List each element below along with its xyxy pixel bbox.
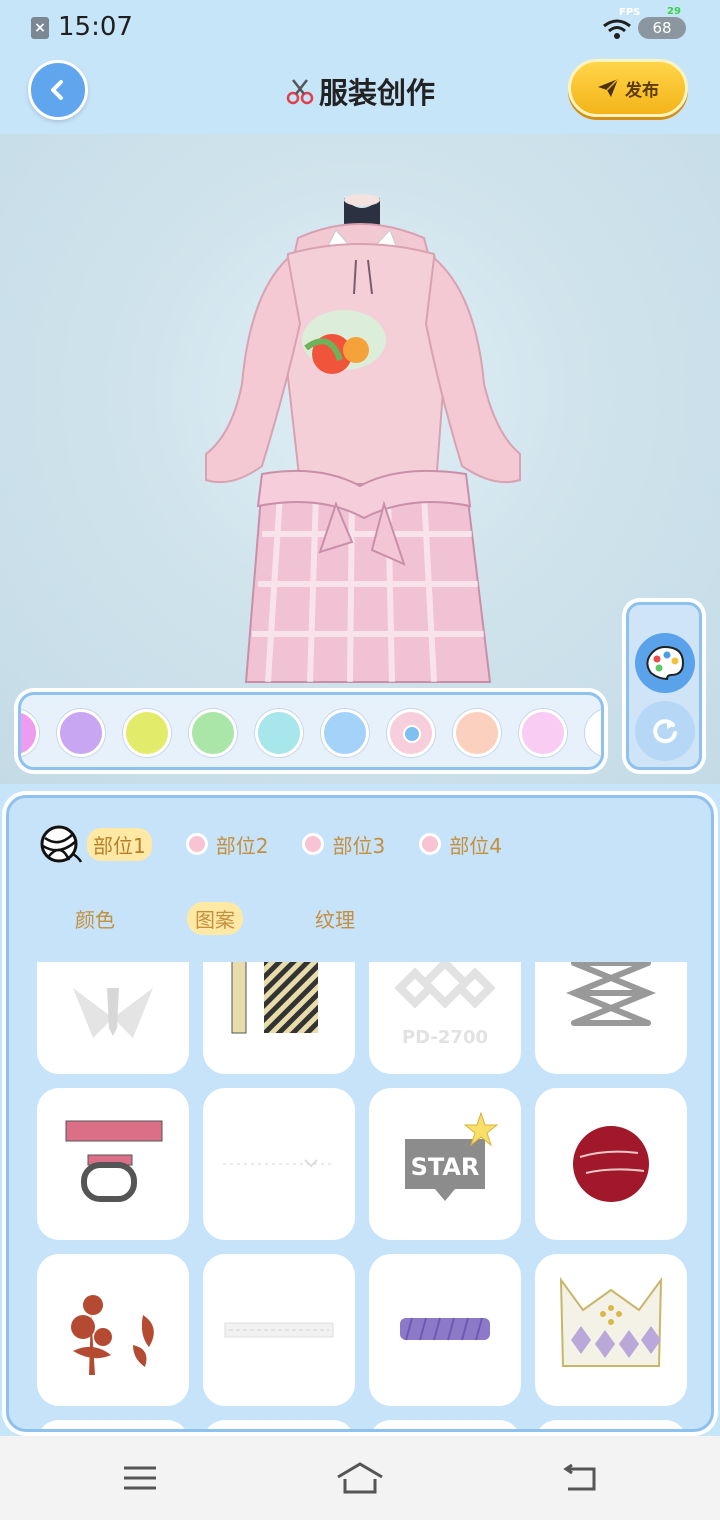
palette-icon — [646, 645, 685, 681]
side-tool-panel — [622, 598, 706, 774]
refresh-icon — [653, 719, 677, 744]
color-swatch[interactable] — [387, 709, 435, 757]
scissors-icon — [286, 79, 314, 105]
pattern-tile[interactable] — [535, 1254, 687, 1406]
outfit-model-image — [205, 194, 521, 683]
outfit-preview[interactable] — [0, 134, 720, 784]
pattern-tile[interactable] — [369, 1254, 521, 1406]
pattern-tile[interactable] — [37, 1420, 189, 1429]
color-swatch[interactable] — [57, 709, 105, 757]
home-button[interactable] — [330, 1458, 390, 1498]
part-tab-4[interactable]: 部位4 — [419, 830, 502, 859]
status-time: 15:07 — [58, 12, 133, 42]
pattern-tile[interactable] — [37, 962, 189, 1074]
pattern-tile[interactable] — [37, 1254, 189, 1406]
fps-value: 29 — [667, 6, 681, 17]
purple-band-pattern-image — [400, 1317, 490, 1341]
yarn-ball-icon — [40, 825, 83, 863]
pattern-tile[interactable] — [37, 1088, 189, 1240]
fps-label: FPS — [619, 7, 641, 18]
color-swatch-list[interactable] — [18, 692, 604, 770]
red-sphere-pattern-image — [573, 1126, 649, 1202]
color-swatch[interactable] — [123, 709, 171, 757]
part-tab-2[interactable]: 部位2 — [185, 830, 269, 859]
pattern-tile[interactable] — [535, 962, 687, 1074]
pattern-tile[interactable] — [203, 1254, 355, 1406]
pattern-tile[interactable]: STAR — [369, 1088, 521, 1240]
color-swatch[interactable] — [21, 709, 39, 757]
back-nav-button[interactable] — [550, 1458, 610, 1498]
pattern-tile[interactable] — [203, 1088, 355, 1240]
back-icon — [563, 1463, 596, 1491]
star-badge-pattern-image: STAR — [405, 1111, 499, 1201]
part-tab-1[interactable]: 部位1 — [39, 824, 152, 864]
tie-collar-pattern-image — [73, 988, 153, 1038]
color-swatch[interactable] — [585, 709, 601, 757]
side-tool-inner — [626, 602, 702, 770]
page-title: 服装创作 — [318, 76, 435, 110]
customize-panel: 部位1 部位2 部位3 部位4 颜色 图案 纹理 PD-2700 STAR — [2, 791, 718, 1436]
part-tab-3[interactable]: 部位3 — [302, 830, 385, 859]
part-tab-label: 部位3 — [332, 833, 386, 858]
color-swatch[interactable] — [453, 709, 501, 757]
status-bar: × 15:07 FPS 29 68 — [0, 0, 720, 56]
color-swatch[interactable] — [255, 709, 303, 757]
publish-button[interactable]: 发布 — [568, 59, 688, 117]
menu-button[interactable] — [110, 1458, 170, 1498]
red-flowers-pattern-image — [71, 1295, 154, 1375]
pattern-tile[interactable] — [369, 1420, 521, 1429]
home-icon — [337, 1462, 383, 1494]
tab-pattern[interactable]: 图案 — [187, 902, 243, 935]
crown-pattern-image — [559, 1276, 663, 1367]
lace-up-pattern-image — [566, 962, 656, 1026]
part-tab-label: 部位4 — [449, 833, 502, 858]
color-swatch[interactable] — [519, 709, 567, 757]
part-dot-icon — [419, 833, 442, 855]
part-dot-icon — [302, 833, 325, 855]
menu-icon — [124, 1466, 156, 1490]
color-strip — [14, 688, 608, 774]
part-tabs: 部位1 部位2 部位3 部位4 — [39, 824, 536, 864]
battery-indicator: 68 — [638, 17, 686, 39]
customize-panel-inner: 部位1 部位2 部位3 部位4 颜色 图案 纹理 PD-2700 STAR — [6, 795, 714, 1432]
publish-label: 发布 — [625, 80, 659, 101]
header: 服装创作 发布 — [0, 56, 720, 134]
reset-button[interactable] — [635, 701, 695, 761]
wifi-icon — [603, 19, 631, 39]
system-nav-bar — [0, 1436, 720, 1520]
pattern-tile[interactable] — [535, 1088, 687, 1240]
svg-text:PD-2700: PD-2700 — [402, 1027, 488, 1048]
color-swatch[interactable] — [189, 709, 237, 757]
tab-texture[interactable]: 纹理 — [307, 902, 363, 935]
pattern-tile[interactable] — [203, 962, 355, 1074]
tab-color[interactable]: 颜色 — [67, 902, 123, 935]
pattern-tile[interactable] — [535, 1420, 687, 1429]
sub-tabs: 颜色 图案 纹理 — [67, 902, 427, 935]
buckle-strap-pattern-image — [65, 1120, 163, 1202]
thin-band-pattern-image — [224, 1322, 334, 1338]
part-tab-label: 部位1 — [87, 827, 152, 861]
pattern-tile[interactable] — [203, 1420, 355, 1429]
svg-text:STAR: STAR — [411, 1153, 480, 1181]
pattern-tile[interactable]: PD-2700 — [369, 962, 521, 1074]
part-dot-icon — [185, 833, 208, 855]
paper-plane-icon — [598, 78, 619, 97]
notification-icon: × — [31, 17, 49, 39]
logo-pattern-image: PD-2700 — [394, 962, 496, 1048]
dotted-line-pattern-image — [223, 1159, 335, 1168]
palette-button[interactable] — [635, 633, 695, 693]
striped-tape-pattern-image — [231, 962, 318, 1034]
color-swatch[interactable] — [321, 709, 369, 757]
pattern-grid: PD-2700 STAR — [37, 962, 697, 1429]
part-tab-label: 部位2 — [215, 833, 269, 858]
